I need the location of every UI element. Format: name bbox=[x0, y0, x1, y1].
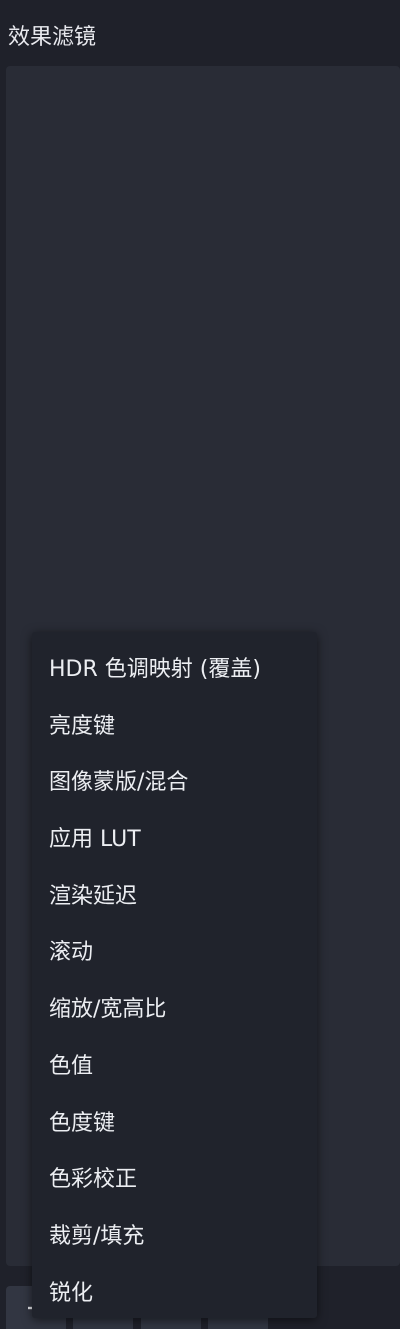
effect-filters-panel: 效果滤镜 HDR 色调映射 (覆盖) 亮度键 图像蒙版/混合 应用 LUT 渲染… bbox=[0, 0, 400, 1329]
menu-item-image-mask-blend[interactable]: 图像蒙版/混合 bbox=[32, 755, 317, 812]
menu-item-scroll[interactable]: 滚动 bbox=[32, 925, 317, 982]
menu-item-hdr-tone-mapping[interactable]: HDR 色调映射 (覆盖) bbox=[32, 642, 317, 699]
menu-item-chroma-key[interactable]: 色度键 bbox=[32, 1096, 317, 1153]
panel-title: 效果滤镜 bbox=[8, 25, 97, 50]
menu-item-scaling-aspect-ratio[interactable]: 缩放/宽高比 bbox=[32, 982, 317, 1039]
menu-item-sharpen[interactable]: 锐化 bbox=[32, 1266, 317, 1323]
menu-item-color-value[interactable]: 色值 bbox=[32, 1039, 317, 1096]
menu-item-color-correction[interactable]: 色彩校正 bbox=[32, 1152, 317, 1209]
add-filter-menu: HDR 色调映射 (覆盖) 亮度键 图像蒙版/混合 应用 LUT 渲染延迟 滚动… bbox=[32, 632, 317, 1318]
menu-item-crop-pad[interactable]: 裁剪/填充 bbox=[32, 1209, 317, 1266]
menu-item-luma-key[interactable]: 亮度键 bbox=[32, 699, 317, 756]
menu-item-render-delay[interactable]: 渲染延迟 bbox=[32, 869, 317, 926]
menu-item-apply-lut[interactable]: 应用 LUT bbox=[32, 812, 317, 869]
